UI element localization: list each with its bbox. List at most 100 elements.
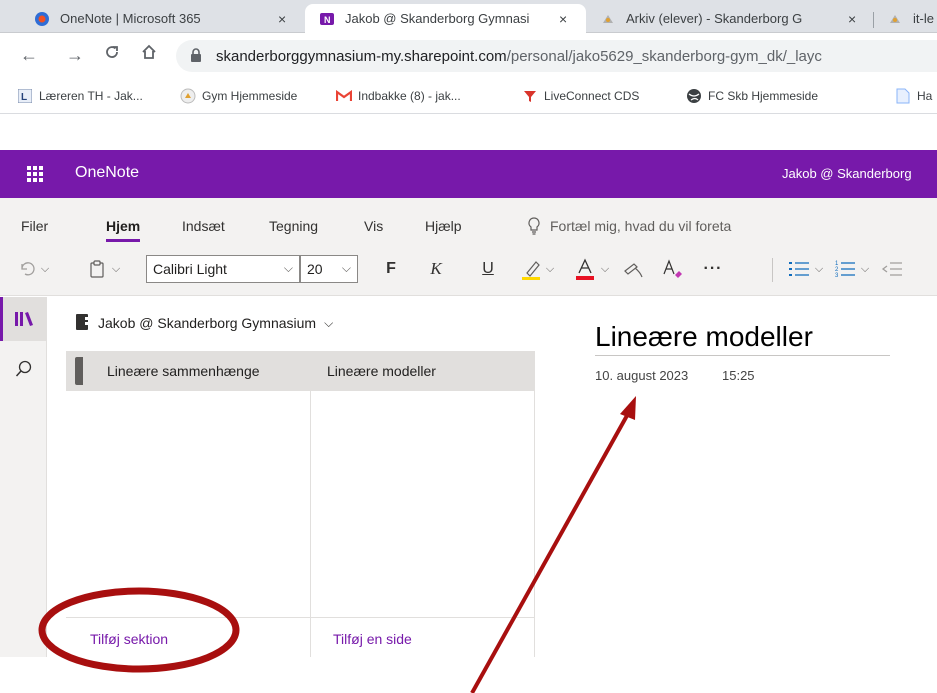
chevron-down-icon: ⌵	[341, 261, 351, 275]
notebook-name: Jakob @ Skanderborg Gymnasium	[98, 315, 317, 331]
app-launcher-icon[interactable]	[27, 166, 43, 182]
tab-hjem[interactable]: Hjem	[106, 218, 141, 242]
tab-tegning[interactable]: Tegning	[269, 218, 318, 234]
tab-indsaet[interactable]: Indsæt	[182, 218, 225, 234]
format-painter-icon[interactable]	[621, 256, 645, 282]
bullet-list-icon[interactable]	[787, 256, 811, 282]
page-label: Lineære modeller	[327, 363, 436, 379]
svg-text:N: N	[324, 15, 331, 25]
undo-dropdown-icon[interactable]: ⌵	[38, 256, 52, 282]
bookmarks-bar: L Læreren TH - Jak... Gym Hjemmeside Ind…	[0, 78, 937, 114]
tab-title: OneNote | Microsoft 365	[60, 11, 201, 26]
font-color-dropdown-icon[interactable]: ⌵	[598, 256, 612, 282]
onenote-header: OneNote Jakob @ Skanderborg	[0, 150, 937, 198]
school-icon	[600, 11, 616, 27]
tab-filer[interactable]: Filer	[21, 218, 48, 234]
globe-icon	[686, 88, 702, 104]
tab-title: Jakob @ Skanderborg Gymnasi	[345, 11, 530, 26]
svg-text:L: L	[21, 92, 27, 103]
bookmark-label: FC Skb Hjemmeside	[708, 89, 819, 103]
ribbon: Filer Hjem Indsæt Tegning Vis Hjælp Fort…	[0, 198, 937, 296]
bookmark-label: Læreren TH - Jak...	[39, 89, 143, 103]
bullet-dropdown-icon[interactable]: ⌵	[812, 256, 826, 282]
school-icon	[887, 11, 903, 27]
font-color-icon[interactable]	[572, 256, 598, 282]
forward-arrow-icon[interactable]: →	[66, 45, 84, 65]
microsoft365-icon	[34, 11, 50, 27]
navigation-rail	[0, 297, 47, 657]
tab-close-button[interactable]: ×	[559, 11, 567, 27]
highlight-pen-icon[interactable]	[518, 256, 544, 282]
italic-button[interactable]: K	[426, 256, 446, 282]
tab-onenote-365[interactable]: OneNote | Microsoft 365 ×	[34, 4, 294, 33]
tab-vis[interactable]: Vis	[364, 218, 383, 234]
filter-icon	[522, 88, 538, 104]
bookmark-fc-skb[interactable]: FC Skb Hjemmeside	[686, 88, 818, 104]
notebook-title[interactable]: Jakob @ Skanderborg Gymnasium ⌵	[76, 314, 333, 331]
bold-button[interactable]: F	[381, 256, 401, 282]
page-canvas[interactable]: Lineære modeller 10. august 2023 15:25	[536, 297, 937, 657]
home-icon[interactable]	[140, 43, 158, 65]
tab-hjaelp[interactable]: Hjælp	[425, 218, 462, 234]
underline-button[interactable]: U	[478, 256, 498, 282]
bookmark-label: LiveConnect CDS	[544, 89, 640, 103]
numbered-list-icon[interactable]: 123	[833, 256, 857, 282]
notebook-icon	[76, 314, 88, 330]
gmail-icon	[336, 88, 352, 104]
page-item-linaere-modeller[interactable]: Lineære modeller	[311, 351, 535, 391]
tab-close-button[interactable]: ×	[848, 11, 856, 27]
tab-arkiv-elever[interactable]: Arkiv (elever) - Skanderborg G ×	[600, 4, 868, 33]
section-label: Lineære sammenhænge	[107, 363, 260, 379]
browser-toolbar: ← → skanderborggymnasium-my.sharepoint.c…	[0, 33, 937, 78]
page-title[interactable]: Lineære modeller	[595, 321, 890, 356]
add-section-label: Tilføj sektion	[90, 631, 169, 647]
add-section-button[interactable]: Tilføj sektion	[66, 617, 310, 657]
bookmark-ha[interactable]: Ha	[895, 88, 932, 104]
app-name[interactable]: OneNote	[75, 164, 139, 182]
add-page-button[interactable]: Tilføj en side	[311, 617, 534, 657]
bookmark-label: Ha	[917, 89, 933, 103]
search-button[interactable]	[0, 347, 47, 391]
url-path: /personal/jako5629_skanderborg-gym_dk/_l…	[506, 48, 822, 65]
tab-separator	[873, 12, 874, 28]
lectio-icon: L	[17, 88, 33, 104]
tell-me-search[interactable]: Fortæl mig, hvad du vil foreta	[527, 217, 731, 235]
undo-icon[interactable]	[18, 256, 38, 282]
back-arrow-icon[interactable]: ←	[20, 45, 38, 65]
page-date: 10. august 2023	[595, 368, 689, 383]
document-icon	[895, 88, 911, 104]
bookmark-gym-hjemmeside[interactable]: Gym Hjemmeside	[180, 88, 297, 104]
tab-jakob-notebook[interactable]: N Jakob @ Skanderborg Gymnasi ×	[305, 4, 586, 33]
tab-it-le[interactable]: it-le	[887, 4, 937, 33]
notebooks-icon	[14, 312, 33, 326]
clear-formatting-icon[interactable]	[660, 256, 686, 282]
school-icon	[180, 88, 196, 104]
browser-tab-strip: OneNote | Microsoft 365 × N Jakob @ Skan…	[0, 0, 937, 33]
tab-title: Arkiv (elever) - Skanderborg G	[626, 11, 803, 26]
tell-me-text: Fortæl mig, hvad du vil foreta	[550, 218, 732, 234]
more-options-button[interactable]: ···	[698, 256, 728, 282]
chevron-down-icon: ⌵	[283, 261, 293, 275]
address-bar[interactable]: skanderborggymnasium-my.sharepoint.com/p…	[176, 40, 937, 72]
tab-title: it-le	[913, 11, 934, 26]
font-size-value: 20	[307, 261, 323, 277]
bookmark-indbakke[interactable]: Indbakke (8) - jak...	[336, 88, 461, 104]
numbered-dropdown-icon[interactable]: ⌵	[858, 256, 872, 282]
notebooks-button[interactable]	[0, 297, 47, 341]
section-item-linaere-sammenhaenge[interactable]: Lineære sammenhænge	[66, 351, 311, 391]
bookmark-liveconnect[interactable]: LiveConnect CDS	[522, 88, 639, 104]
decrease-indent-icon[interactable]	[880, 256, 904, 282]
paste-dropdown-icon[interactable]: ⌵	[109, 256, 123, 282]
bookmark-label: Gym Hjemmeside	[202, 89, 298, 103]
font-name-select[interactable]: Calibri Light ⌵	[146, 255, 300, 283]
search-icon	[15, 360, 31, 377]
onenote-icon: N	[319, 11, 335, 27]
tab-close-button[interactable]: ×	[278, 11, 286, 27]
url-host: skanderborggymnasium-my.sharepoint.com	[216, 48, 507, 65]
reload-icon[interactable]	[103, 43, 121, 65]
clipboard-icon[interactable]	[88, 256, 106, 282]
bookmark-laereren[interactable]: L Læreren TH - Jak...	[17, 88, 143, 104]
notebook-selector[interactable]: Jakob @ Skanderborg Gymnasium ⌵	[47, 297, 535, 351]
highlight-dropdown-icon[interactable]: ⌵	[543, 256, 557, 282]
font-size-select[interactable]: 20 ⌵	[300, 255, 358, 283]
